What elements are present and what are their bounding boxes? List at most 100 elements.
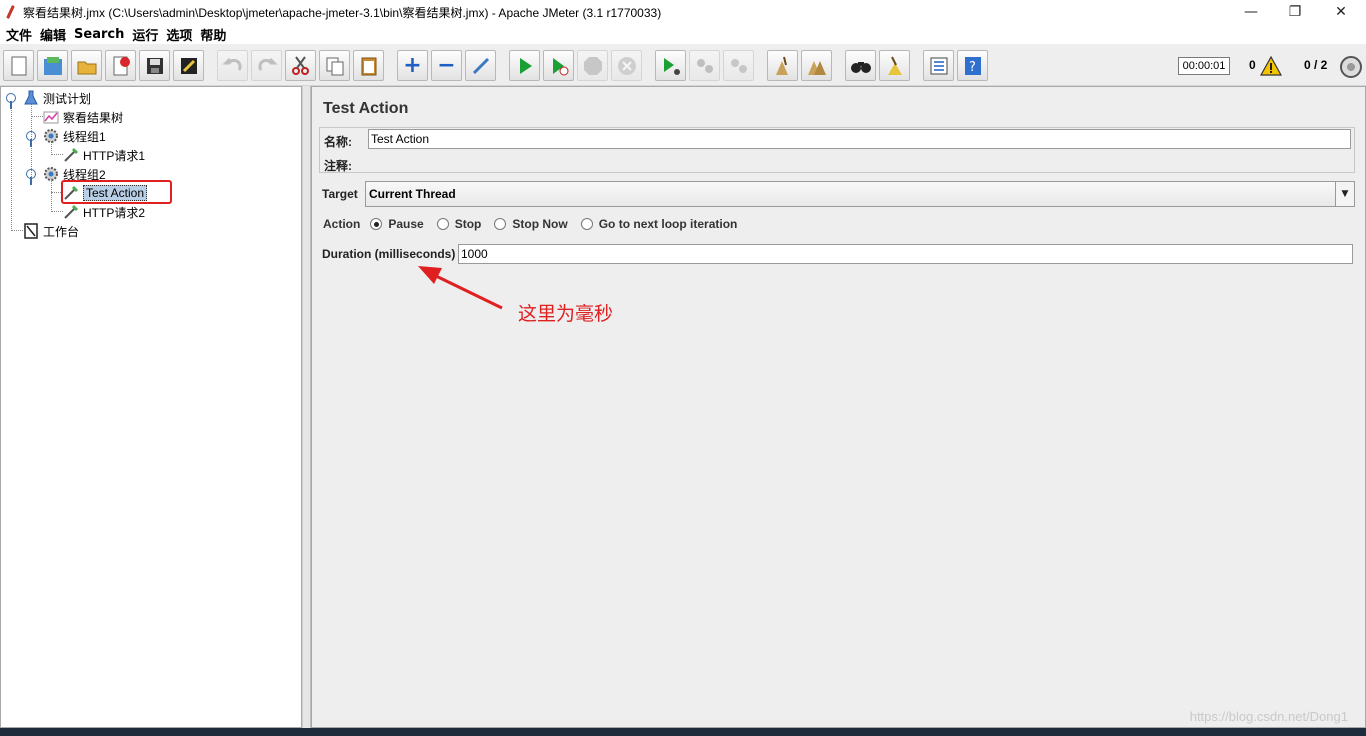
minus-icon: − [437, 53, 456, 78]
radio-pause[interactable]: Pause [370, 217, 424, 231]
error-count: 0 [1249, 58, 1256, 72]
remote-shutdown-button[interactable] [723, 50, 754, 81]
edit-icon [180, 57, 197, 74]
menu-run[interactable]: 运行 [130, 25, 164, 44]
save-icon [146, 57, 163, 74]
warning-icon[interactable] [1260, 56, 1282, 76]
remote-start-button[interactable] [655, 50, 686, 81]
watermark: https://blog.csdn.net/Dong1 [1189, 709, 1348, 724]
tree-item-test-plan[interactable]: 测试计划 [23, 89, 91, 107]
redo-button[interactable] [251, 50, 282, 81]
remote-shutdown-icon [730, 58, 747, 73]
tree-item-thread-group-1[interactable]: 线程组1 [43, 127, 106, 145]
close-file-icon [113, 56, 130, 75]
sampler-icon [64, 147, 79, 162]
menu-search[interactable]: Search [72, 27, 130, 42]
radio-stop-now[interactable]: Stop Now [494, 217, 568, 231]
maximize-button[interactable]: ❐ [1272, 0, 1318, 24]
tree-line [11, 230, 23, 231]
menu-file[interactable]: 文件 [4, 25, 38, 44]
tree-item-label: HTTP请求2 [83, 205, 146, 220]
start-button[interactable] [509, 50, 540, 81]
test-plan-tree[interactable]: 测试计划 察看结果树 线程组1 HTTP请求1 线程组2 Test Action… [0, 86, 302, 728]
list-icon [930, 57, 947, 74]
tree-item-http-request-2[interactable]: HTTP请求2 [63, 203, 145, 221]
undo-button[interactable] [217, 50, 248, 81]
target-label: Target [322, 187, 358, 201]
radio-checked-icon [370, 218, 383, 230]
target-selected-value: Current Thread [369, 187, 456, 201]
test-action-panel: Test Action 名称: Test Action 注释: Target C… [311, 86, 1366, 728]
save-screen-button[interactable] [173, 50, 204, 81]
paste-button[interactable] [353, 50, 384, 81]
expand-handle-test-plan[interactable] [6, 93, 16, 109]
action-label: Action [323, 217, 361, 231]
chevron-down-icon[interactable]: ▼ [1335, 182, 1354, 206]
expand-all-button[interactable]: + [397, 50, 428, 81]
target-select[interactable]: Current Thread ▼ [365, 181, 1355, 207]
duration-field[interactable]: 1000 [458, 244, 1353, 264]
split-pane-divider[interactable] [302, 86, 311, 728]
minimize-button[interactable]: — [1228, 0, 1274, 24]
page-title: Test Action [323, 100, 409, 117]
active-threads: 0 / 2 [1304, 58, 1328, 72]
radio-stop-label: Stop [454, 217, 482, 231]
open-button[interactable] [71, 50, 102, 81]
shutdown-button[interactable] [611, 50, 642, 81]
menu-bar: 文件 编辑 Search 运行 选项 帮助 [0, 24, 1366, 44]
scissors-icon [291, 55, 309, 75]
expand-handle-thread-group-1[interactable] [26, 131, 36, 147]
toggle-button[interactable] [465, 50, 496, 81]
stop-icon [583, 56, 602, 75]
radio-unchecked-icon [436, 218, 449, 230]
collapse-all-button[interactable]: − [431, 50, 462, 81]
function-helper-button[interactable] [923, 50, 954, 81]
templates-button[interactable] [37, 50, 68, 81]
radio-unchecked-icon [580, 218, 593, 230]
save-button[interactable] [139, 50, 170, 81]
comment-field[interactable] [368, 153, 1351, 173]
close-button[interactable]: ✕ [1318, 0, 1364, 24]
cut-button[interactable] [285, 50, 316, 81]
tree-item-label: 测试计划 [43, 91, 92, 106]
broom-all-icon [807, 60, 826, 75]
radio-stop[interactable]: Stop [436, 217, 482, 231]
radio-pause-label: Pause [388, 217, 424, 231]
help-button[interactable]: ? [957, 50, 988, 81]
new-button[interactable] [3, 50, 34, 81]
close-file-button[interactable] [105, 50, 136, 81]
tree-item-view-results-tree[interactable]: 察看结果树 [43, 108, 123, 126]
remote-stop-button[interactable] [689, 50, 720, 81]
tree-item-label: HTTP请求1 [83, 148, 146, 163]
expand-handle-thread-group-2[interactable] [26, 169, 36, 185]
reset-search-button[interactable] [879, 50, 910, 81]
tree-line [31, 116, 43, 117]
stop-button[interactable] [577, 50, 608, 81]
action-radio-group: Action Pause Stop Stop Now Go to next lo… [323, 217, 750, 231]
elapsed-timer: 00:00:01 [1178, 57, 1230, 75]
new-file-icon [11, 56, 26, 75]
tree-item-workbench[interactable]: 工作台 [23, 222, 79, 240]
clear-button[interactable] [767, 50, 798, 81]
menu-edit[interactable]: 编辑 [38, 25, 72, 44]
name-field[interactable]: Test Action [368, 129, 1351, 149]
name-label: 名称: [324, 135, 352, 149]
menu-help[interactable]: 帮助 [198, 25, 232, 44]
clear-all-button[interactable] [801, 50, 832, 81]
annotation-text: 这里为毫秒 [518, 303, 614, 325]
copy-button[interactable] [319, 50, 350, 81]
search-button[interactable] [845, 50, 876, 81]
menu-options[interactable]: 选项 [164, 25, 198, 44]
start-no-pauses-button[interactable] [543, 50, 574, 81]
tree-item-http-request-1[interactable]: HTTP请求1 [63, 146, 145, 164]
toolbar: + − ? 00:00:01 0 0 / 2 [0, 44, 1366, 86]
radio-next-loop[interactable]: Go to next loop iteration [580, 217, 737, 231]
copy-icon [326, 57, 343, 75]
listener-icon [43, 111, 59, 124]
taskbar-strip [0, 728, 1366, 736]
toggle-wand-icon [472, 57, 489, 74]
thread-group-icon [44, 167, 58, 181]
annotation-highlight-box [61, 180, 172, 204]
folder-open-icon [77, 61, 96, 74]
play-icon [519, 57, 532, 74]
